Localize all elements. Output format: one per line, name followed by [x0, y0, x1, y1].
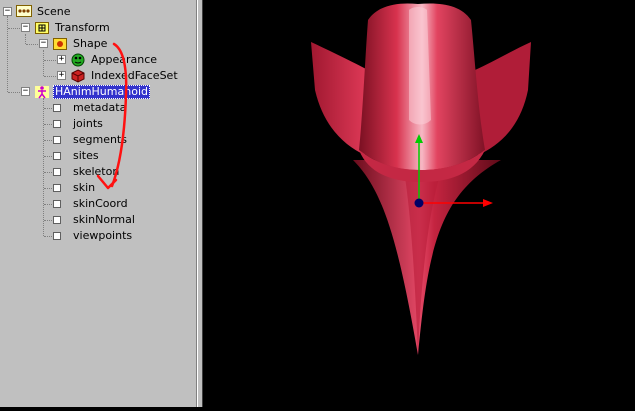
collapse-shape-button[interactable]: −	[39, 39, 48, 48]
humanoid-icon	[34, 85, 50, 99]
tree-label: Transform	[55, 21, 110, 34]
tree-line	[8, 28, 20, 29]
tree-node-hanimhumanoid[interactable]: HAnimHumanoid	[34, 84, 150, 100]
tree-line	[8, 92, 20, 93]
tree-node-transform[interactable]: Transform	[34, 20, 112, 36]
tree-field-skinnormal[interactable]: skinNormal	[53, 212, 137, 228]
tree-label: Shape	[73, 37, 108, 50]
tree-label: metadata	[73, 101, 127, 114]
field-icon	[53, 184, 61, 192]
field-icon	[53, 104, 61, 112]
tree-node-indexedfaceset[interactable]: IndexedFaceSet	[70, 68, 180, 84]
tree-field-skincoord[interactable]: skinCoord	[53, 196, 130, 212]
tree-field-segments[interactable]: segments	[53, 132, 129, 148]
tree-node-appearance[interactable]: Appearance	[70, 52, 159, 68]
tree-label: segments	[73, 133, 127, 146]
gizmo-origin	[414, 198, 424, 208]
tree-field-viewpoints[interactable]: viewpoints	[53, 228, 134, 244]
tree-line	[44, 60, 56, 61]
field-icon	[53, 200, 61, 208]
tree-field-skin[interactable]: skin	[53, 180, 97, 196]
field-icon	[53, 216, 61, 224]
tree-label: skin	[73, 181, 96, 194]
scene-icon	[16, 5, 32, 19]
shape-icon	[52, 37, 68, 51]
tree-node-shape[interactable]: Shape	[52, 36, 109, 52]
expand-indexedfaceset-button[interactable]: +	[57, 71, 66, 80]
3d-scene-canvas	[311, 3, 531, 355]
indexedfaceset-icon	[70, 69, 86, 83]
tree-label: joints	[73, 117, 103, 130]
tree-field-sites[interactable]: sites	[53, 148, 101, 164]
3d-viewport[interactable]	[203, 0, 635, 407]
field-icon	[53, 168, 61, 176]
tree-line	[44, 76, 56, 77]
tree-label: sites	[73, 149, 99, 162]
tree-label: Appearance	[91, 53, 158, 66]
scene-tree-panel[interactable]: − Scene − Transform − Shape + Appearance…	[0, 0, 197, 407]
tree-label: viewpoints	[73, 229, 133, 242]
x-axis-arrow	[483, 199, 493, 207]
tree-label: skinCoord	[73, 197, 128, 210]
tree-field-metadata[interactable]: metadata	[53, 100, 128, 116]
tree-line	[26, 44, 38, 45]
tree-node-scene[interactable]: Scene	[16, 4, 73, 20]
tree-label: skeleton	[73, 165, 120, 178]
expand-appearance-button[interactable]: +	[57, 55, 66, 64]
tree-field-skeleton[interactable]: skeleton	[53, 164, 121, 180]
appearance-icon	[70, 53, 86, 67]
tree-line	[43, 50, 44, 76]
collapse-humanoid-button[interactable]: −	[21, 87, 30, 96]
field-icon	[53, 232, 61, 240]
tree-label: Scene	[37, 5, 71, 18]
field-icon	[53, 152, 61, 160]
tree-label: IndexedFaceSet	[91, 69, 178, 82]
collapse-transform-button[interactable]: −	[21, 23, 30, 32]
selected-node-label: HAnimHumanoid	[53, 85, 150, 99]
transform-icon	[34, 21, 50, 35]
tree-line	[43, 98, 44, 236]
red-flower-model[interactable]	[311, 3, 531, 355]
tree-line	[25, 34, 26, 44]
field-icon	[53, 120, 61, 128]
collapse-scene-button[interactable]: −	[3, 7, 12, 16]
tree-label: skinNormal	[73, 213, 135, 226]
field-icon	[53, 136, 61, 144]
tree-field-joints[interactable]: joints	[53, 116, 105, 132]
